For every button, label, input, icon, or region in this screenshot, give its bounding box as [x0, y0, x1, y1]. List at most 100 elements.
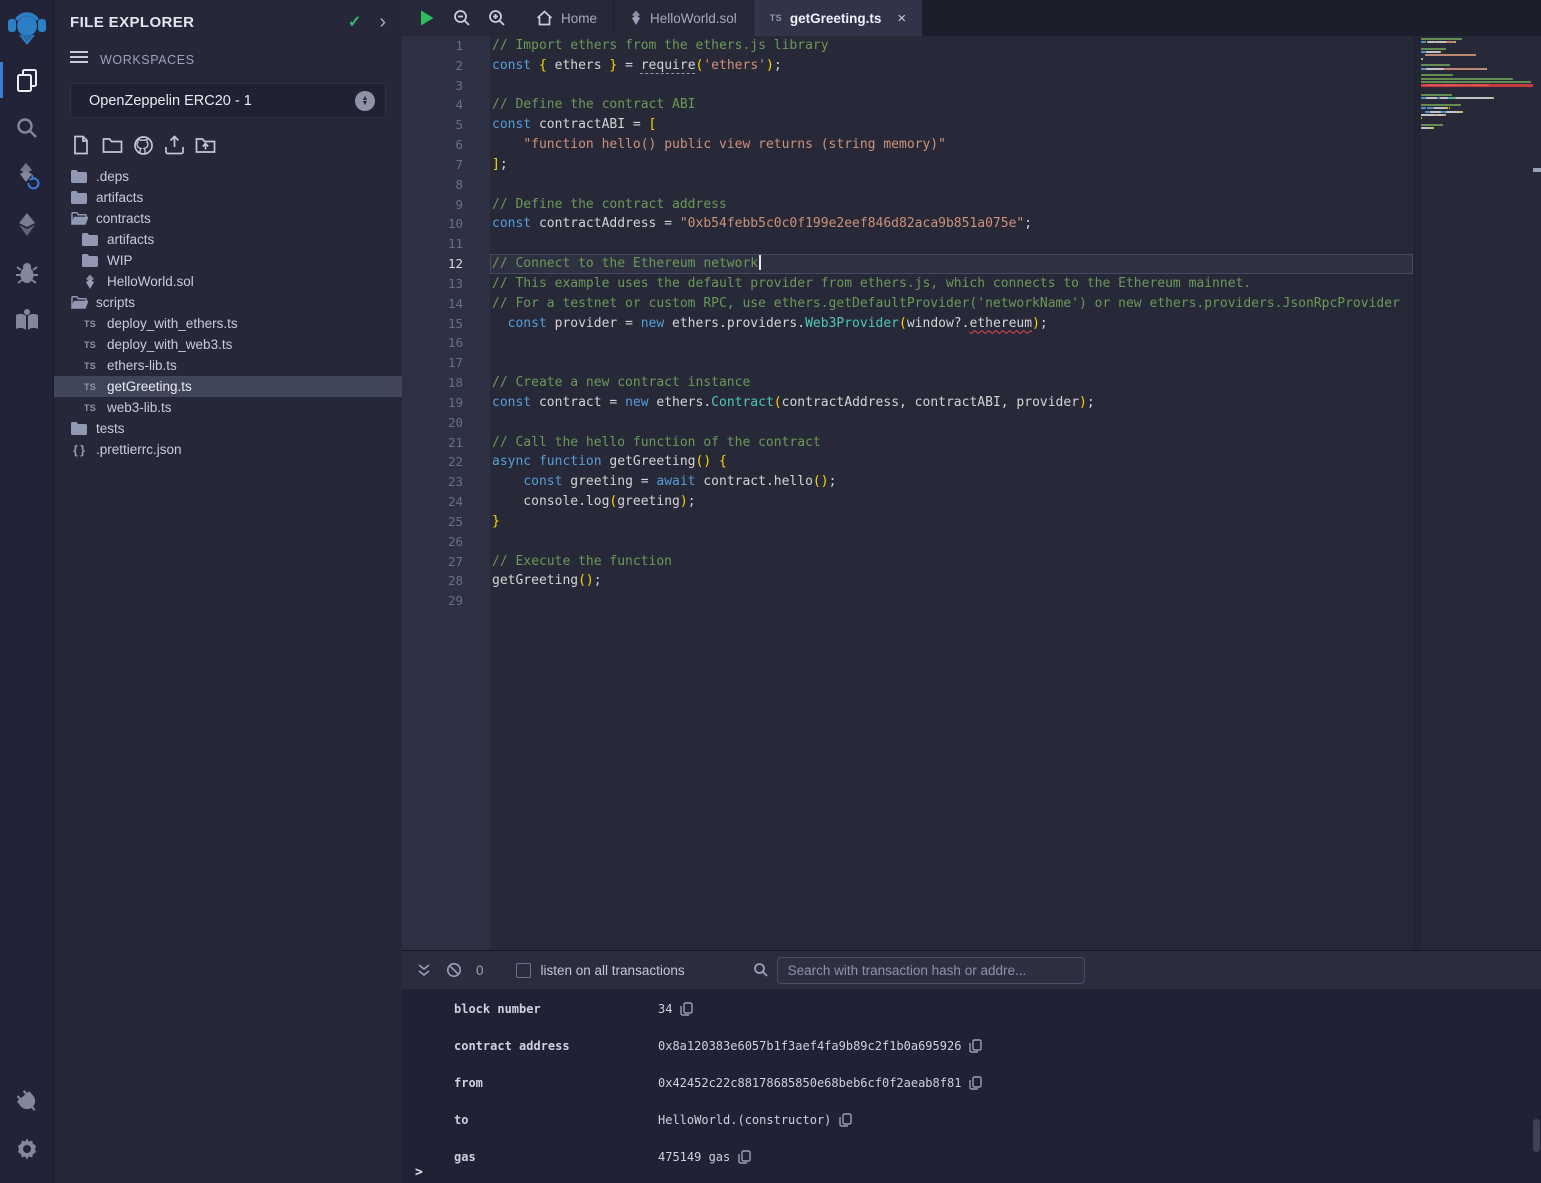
- tree-item-artifacts[interactable]: artifacts: [54, 229, 402, 250]
- code-content[interactable]: // Import ethers from the ethers.js libr…: [490, 36, 1413, 950]
- tree-item-web3-lib-ts[interactable]: TSweb3-lib.ts: [54, 397, 402, 418]
- code-token: greeting =: [562, 474, 656, 489]
- code-line[interactable]: ];: [490, 155, 1413, 175]
- code-line[interactable]: [490, 532, 1413, 552]
- hamburger-menu-icon[interactable]: [70, 50, 88, 69]
- debugger-icon[interactable]: [0, 248, 54, 296]
- tree-item-deploy-with-web3-ts[interactable]: TSdeploy_with_web3.ts: [54, 334, 402, 355]
- line-number: 4: [402, 95, 490, 115]
- clear-console-icon[interactable]: [444, 960, 464, 980]
- tab-helloworld-sol[interactable]: HelloWorld.sol: [614, 0, 754, 36]
- code-line[interactable]: const provider = new ethers.providers.We…: [490, 314, 1413, 334]
- tab-home[interactable]: Home: [520, 0, 614, 36]
- upload-file-icon[interactable]: [163, 134, 185, 156]
- tree-item-wip[interactable]: WIP: [54, 250, 402, 271]
- terminal-search-input[interactable]: [777, 957, 1085, 984]
- zoom-in-icon[interactable]: [488, 9, 506, 27]
- play-icon[interactable]: [418, 9, 436, 27]
- code-line[interactable]: const contractABI = [: [490, 115, 1413, 135]
- chevron-right-icon[interactable]: ›: [379, 12, 386, 32]
- terminal-log-row: from0x42452c22c88178685850e68beb6cf0f2ae…: [454, 1073, 1541, 1093]
- code-line[interactable]: const { ethers } = require('ethers');: [490, 56, 1413, 76]
- settings-gear-icon[interactable]: [0, 1125, 54, 1173]
- code-editor[interactable]: 1234567891011121314151617181920212223242…: [402, 36, 1541, 950]
- code-line[interactable]: [490, 333, 1413, 353]
- workspace-select[interactable]: OpenZeppelin ERC20 - 1 ▲▼: [70, 83, 386, 118]
- code-line[interactable]: [490, 76, 1413, 96]
- copy-icon[interactable]: [969, 1039, 982, 1053]
- ts-file-icon: TS: [81, 319, 99, 329]
- new-file-icon[interactable]: [70, 134, 92, 156]
- code-line[interactable]: getGreeting();: [490, 571, 1413, 591]
- code-line[interactable]: // This example uses the default provide…: [490, 274, 1413, 294]
- code-line[interactable]: console.log(greeting);: [490, 492, 1413, 512]
- close-icon[interactable]: ×: [897, 10, 906, 27]
- code-line[interactable]: [490, 353, 1413, 373]
- code-token: (): [813, 474, 829, 489]
- code-line[interactable]: // Call the hello function of the contra…: [490, 433, 1413, 453]
- code-line[interactable]: "function hello() public view returns (s…: [490, 135, 1413, 155]
- new-folder-icon[interactable]: [101, 134, 123, 156]
- line-number: 16: [402, 333, 490, 353]
- tree-item--prettierrc-json[interactable]: { }.prettierrc.json: [54, 439, 402, 460]
- zoom-out-icon[interactable]: [453, 9, 471, 27]
- check-icon[interactable]: ✓: [348, 12, 361, 32]
- minimap-line: [1421, 124, 1533, 126]
- code-line[interactable]: [490, 591, 1413, 611]
- github-icon[interactable]: [132, 134, 154, 156]
- copy-icon[interactable]: [680, 1002, 693, 1016]
- remix-logo[interactable]: [0, 0, 54, 56]
- listen-transactions-label: listen on all transactions: [541, 963, 685, 978]
- updown-arrows-icon: ▲▼: [355, 91, 375, 111]
- code-line[interactable]: [490, 234, 1413, 254]
- tree-item-contracts[interactable]: contracts: [54, 208, 402, 229]
- code-line[interactable]: const greeting = await contract.hello();: [490, 472, 1413, 492]
- expand-terminal-icon[interactable]: [414, 960, 434, 980]
- folder-icon: [81, 254, 99, 267]
- code-line[interactable]: const contractAddress = "0xb54febb5c0c0f…: [490, 214, 1413, 234]
- tree-item-helloworld-sol[interactable]: HelloWorld.sol: [54, 271, 402, 292]
- copy-icon[interactable]: [969, 1076, 982, 1090]
- code-line[interactable]: // Connect to the Ethereum network: [490, 254, 1413, 274]
- copy-icon[interactable]: [738, 1150, 751, 1164]
- tree-item-deploy-with-ethers-ts[interactable]: TSdeploy_with_ethers.ts: [54, 313, 402, 334]
- search-icon[interactable]: [0, 104, 54, 152]
- terminal-row-label: to: [454, 1113, 658, 1127]
- code-line[interactable]: // For a testnet or custom RPC, use ethe…: [490, 294, 1413, 314]
- listen-transactions-checkbox[interactable]: [516, 963, 531, 978]
- terminal-scrollbar-thumb[interactable]: [1533, 1119, 1540, 1152]
- code-line[interactable]: async function getGreeting() {: [490, 452, 1413, 472]
- tree-item--deps[interactable]: .deps: [54, 166, 402, 187]
- deploy-run-icon[interactable]: [0, 200, 54, 248]
- solidity-compiler-icon[interactable]: [0, 152, 54, 200]
- code-token: {: [539, 58, 547, 73]
- tree-item-ethers-lib-ts[interactable]: TSethers-lib.ts: [54, 355, 402, 376]
- copy-icon[interactable]: [839, 1113, 852, 1127]
- terminal-prompt[interactable]: >: [415, 1165, 423, 1180]
- code-line[interactable]: [490, 413, 1413, 433]
- code-line[interactable]: // Create a new contract instance: [490, 373, 1413, 393]
- upload-folder-icon[interactable]: [194, 134, 216, 156]
- minimap[interactable]: [1421, 38, 1533, 950]
- plugin-manager-icon[interactable]: [0, 1077, 54, 1125]
- tab-getgreeting-ts[interactable]: TSgetGreeting.ts×: [754, 0, 923, 36]
- code-token: ;: [1087, 395, 1095, 410]
- line-number: 21: [402, 433, 490, 453]
- tree-item-scripts[interactable]: scripts: [54, 292, 402, 313]
- file-explorer-icon[interactable]: [0, 56, 54, 104]
- tree-item-tests[interactable]: tests: [54, 418, 402, 439]
- overview-ruler[interactable]: [1533, 36, 1541, 950]
- code-line[interactable]: // Execute the function: [490, 552, 1413, 572]
- code-line[interactable]: // Define the contract ABI: [490, 95, 1413, 115]
- terminal-panel: 0 listen on all transactions block numbe…: [402, 950, 1541, 1183]
- text-cursor: [759, 255, 761, 270]
- tree-item-artifacts[interactable]: artifacts: [54, 187, 402, 208]
- code-line[interactable]: // Import ethers from the ethers.js libr…: [490, 36, 1413, 56]
- terminal-row-label: gas: [454, 1150, 658, 1164]
- code-line[interactable]: const contract = new ethers.Contract(con…: [490, 393, 1413, 413]
- tree-item-getgreeting-ts[interactable]: TSgetGreeting.ts: [54, 376, 402, 397]
- code-line[interactable]: [490, 175, 1413, 195]
- learneth-icon[interactable]: [0, 296, 54, 344]
- code-line[interactable]: }: [490, 512, 1413, 532]
- code-line[interactable]: // Define the contract address: [490, 195, 1413, 215]
